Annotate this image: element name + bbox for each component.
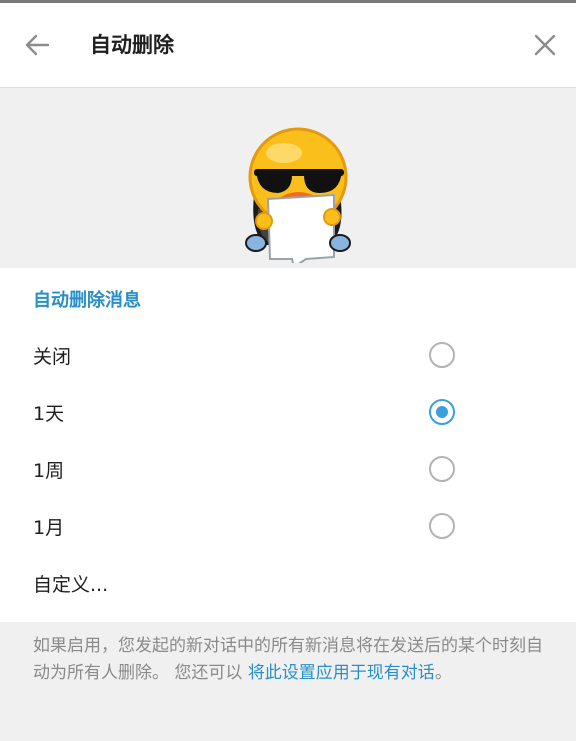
radio-button[interactable] <box>429 456 455 482</box>
apply-to-existing-chats-link[interactable]: 将此设置应用于现有对话 <box>248 663 435 683</box>
option-label: 1周 <box>33 460 65 482</box>
custom-option-label: 自定义... <box>33 574 109 596</box>
header-bar: 自动删除 <box>0 3 576 88</box>
auto-delete-options-panel: 自动删除消息 关闭 1天 1周 1月 自定义... <box>0 268 576 622</box>
duck-sunglasses-sticker <box>236 113 356 269</box>
auto-delete-window: 自动删除 自动删除消息 关闭 1天 1周 1月 自定义... 如果启用，您发起的… <box>0 0 576 741</box>
page-title: 自动删除 <box>90 33 174 57</box>
option-1-day[interactable]: 1天 <box>0 386 576 443</box>
footer-description: 如果启用，您发起的新对话中的所有新消息将在发送后的某个时刻自动为所有人删除。 您… <box>33 633 553 687</box>
arrow-left-icon[interactable] <box>22 29 54 61</box>
radio-button-selected[interactable] <box>429 399 455 425</box>
option-1-month[interactable]: 1月 <box>0 500 576 557</box>
hero-area <box>0 88 576 269</box>
footer-text-end: 。 <box>434 663 452 683</box>
radio-button[interactable] <box>429 342 455 368</box>
option-off[interactable]: 关闭 <box>0 329 576 386</box>
radio-button[interactable] <box>429 513 455 539</box>
close-icon[interactable] <box>529 29 561 61</box>
option-label: 1天 <box>33 403 65 425</box>
option-1-week[interactable]: 1周 <box>0 443 576 500</box>
option-label: 关闭 <box>33 346 72 368</box>
section-title: 自动删除消息 <box>33 290 141 311</box>
option-custom[interactable]: 自定义... <box>0 557 576 614</box>
option-label: 1月 <box>33 517 65 539</box>
